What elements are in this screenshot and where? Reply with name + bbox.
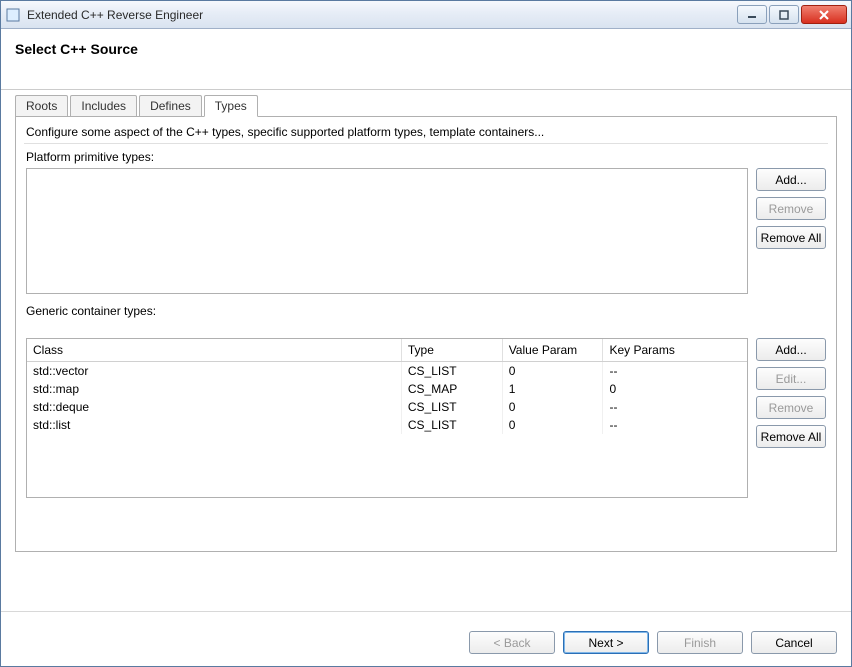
primitive-remove-all-button[interactable]: Remove All [756, 226, 826, 249]
cell-type: CS_LIST [401, 416, 502, 434]
generic-container-label: Generic container types: [26, 304, 826, 318]
cell-value_param: 0 [502, 362, 603, 381]
tabs-row: Roots Includes Defines Types [15, 95, 837, 117]
cell-value_param: 0 [502, 398, 603, 416]
cell-class: std::vector [27, 362, 401, 381]
cell-class: std::deque [27, 398, 401, 416]
table-row[interactable]: std::dequeCS_LIST0-- [27, 398, 747, 416]
primitive-add-button[interactable]: Add... [756, 168, 826, 191]
close-button[interactable] [801, 5, 847, 24]
generic-types-table[interactable]: Class Type Value Param Key Params std::v… [26, 338, 748, 498]
primitive-types-listbox[interactable] [26, 168, 748, 294]
cell-class: std::map [27, 380, 401, 398]
cell-key_params: -- [603, 416, 747, 434]
minimize-button[interactable] [737, 5, 767, 24]
window-controls [735, 5, 847, 24]
types-panel: Configure some aspect of the C++ types, … [15, 116, 837, 552]
cell-key_params: 0 [603, 380, 747, 398]
divider [24, 143, 828, 144]
col-header-type[interactable]: Type [401, 339, 502, 362]
cell-type: CS_MAP [401, 380, 502, 398]
panel-description: Configure some aspect of the C++ types, … [26, 125, 826, 139]
generic-remove-all-button[interactable]: Remove All [756, 425, 826, 448]
col-header-key-params[interactable]: Key Params [603, 339, 747, 362]
table-row[interactable]: std::vectorCS_LIST0-- [27, 362, 747, 381]
primitive-remove-button[interactable]: Remove [756, 197, 826, 220]
wizard-footer: < Back Next > Finish Cancel [469, 631, 837, 654]
app-icon [5, 7, 21, 23]
generic-add-button[interactable]: Add... [756, 338, 826, 361]
cancel-button[interactable]: Cancel [751, 631, 837, 654]
generic-remove-button[interactable]: Remove [756, 396, 826, 419]
col-header-class[interactable]: Class [27, 339, 401, 362]
maximize-button[interactable] [769, 5, 799, 24]
page-title: Select C++ Source [15, 41, 837, 57]
tab-defines[interactable]: Defines [139, 95, 202, 117]
table-row[interactable]: std::mapCS_MAP10 [27, 380, 747, 398]
cell-value_param: 1 [502, 380, 603, 398]
col-header-value-param[interactable]: Value Param [502, 339, 603, 362]
wizard-header: Select C++ Source [1, 29, 851, 90]
tab-roots[interactable]: Roots [15, 95, 68, 117]
tab-types[interactable]: Types [204, 95, 258, 117]
table-header-row: Class Type Value Param Key Params [27, 339, 747, 362]
cell-type: CS_LIST [401, 398, 502, 416]
cell-value_param: 0 [502, 416, 603, 434]
cell-type: CS_LIST [401, 362, 502, 381]
tab-includes[interactable]: Includes [70, 95, 137, 117]
back-button[interactable]: < Back [469, 631, 555, 654]
table-row[interactable]: std::listCS_LIST0-- [27, 416, 747, 434]
generic-edit-button[interactable]: Edit... [756, 367, 826, 390]
titlebar: Extended C++ Reverse Engineer [1, 1, 851, 29]
footer-separator [1, 611, 851, 612]
primitive-types-label: Platform primitive types: [26, 150, 826, 164]
cell-class: std::list [27, 416, 401, 434]
window-title: Extended C++ Reverse Engineer [27, 8, 735, 22]
next-button[interactable]: Next > [563, 631, 649, 654]
cell-key_params: -- [603, 398, 747, 416]
finish-button[interactable]: Finish [657, 631, 743, 654]
cell-key_params: -- [603, 362, 747, 381]
